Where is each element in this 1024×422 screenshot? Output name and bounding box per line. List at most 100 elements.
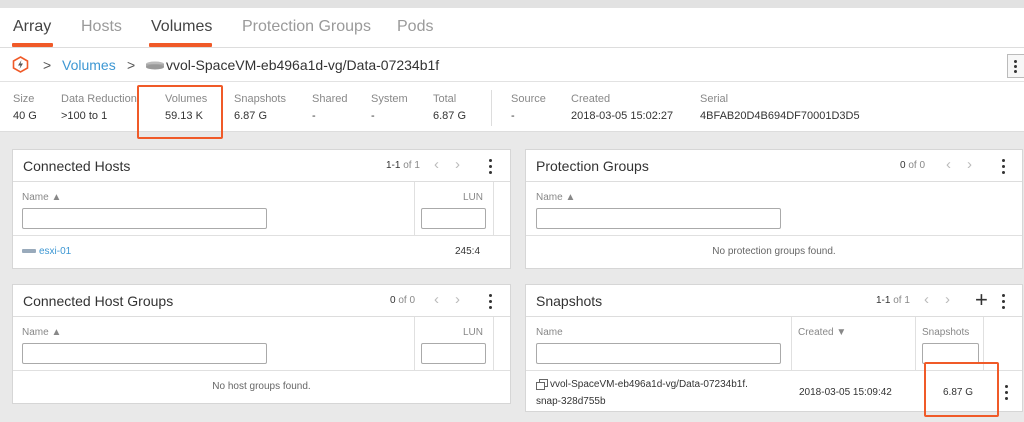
column-name-label: Name — [22, 192, 49, 203]
sort-asc-icon: ▲ — [51, 192, 62, 203]
name-filter-input[interactable] — [536, 208, 781, 229]
snapshot-row-more-icon[interactable] — [1001, 385, 1011, 403]
snapshots-filter-input[interactable] — [922, 343, 979, 364]
prev-page-icon[interactable]: ‹ — [434, 156, 439, 173]
stat-size-label: Size — [13, 93, 35, 105]
column-divider — [414, 182, 415, 236]
stat-serial-label: Serial — [700, 93, 729, 105]
tab-hosts[interactable]: Hosts — [81, 18, 122, 36]
name-filter-input[interactable] — [22, 208, 267, 229]
tab-volumes-underline — [149, 43, 212, 47]
snapshot-created-value: 2018-03-05 15:09:42 — [799, 387, 892, 398]
panel-more-icon[interactable] — [998, 294, 1008, 312]
panel-more-icon[interactable] — [485, 294, 495, 312]
next-page-icon[interactable]: › — [455, 156, 460, 173]
sort-asc-icon: ▲ — [565, 192, 576, 203]
connected-host-groups-panel: Connected Host Groups 0 of 0 ‹ › Name ▲ … — [12, 284, 511, 404]
pager: 1-1 of 1 — [876, 295, 910, 306]
pager-range: 0 — [900, 160, 906, 171]
page-more-menu[interactable] — [1007, 54, 1024, 78]
panel-title: Protection Groups — [536, 158, 649, 174]
host-icon — [22, 249, 36, 254]
panel-more-icon[interactable] — [998, 159, 1008, 177]
pager-of: of 0 — [398, 295, 416, 306]
prev-page-icon[interactable]: ‹ — [434, 291, 439, 308]
pager: 0 of 0 — [900, 160, 925, 171]
prev-page-icon[interactable]: ‹ — [946, 156, 951, 173]
name-filter-input[interactable] — [536, 343, 781, 364]
stat-total-value: 6.87 G — [433, 110, 467, 122]
tab-array[interactable]: Array — [13, 18, 51, 36]
stat-created-label: Created — [571, 93, 611, 105]
column-name-label: Name — [22, 327, 49, 338]
stat-snapshots-label: Snapshots — [234, 93, 286, 105]
snapshot-name-line1: vvol-SpaceVM-eb496a1d-vg/Data-07234b1f. — [550, 379, 748, 390]
column-name-header[interactable]: Name ▲ — [22, 192, 61, 203]
name-filter-input[interactable] — [22, 343, 267, 364]
column-divider — [493, 317, 494, 371]
breadcrumb-volumes-link[interactable]: Volumes — [62, 57, 116, 73]
add-snapshot-icon[interactable]: + — [975, 287, 988, 313]
column-name-header[interactable]: Name — [536, 327, 563, 338]
stat-size-value: 40 G — [13, 110, 37, 122]
next-page-icon[interactable]: › — [945, 291, 950, 308]
main-tabs: Array Hosts Volumes Protection Groups Po… — [0, 8, 1024, 48]
stat-source-value: - — [511, 110, 515, 122]
prev-page-icon[interactable]: ‹ — [924, 291, 929, 308]
empty-state-text: No protection groups found. — [712, 246, 836, 257]
stat-system-label: System — [371, 93, 408, 105]
tab-array-underline — [12, 43, 53, 47]
stat-total-label: Total — [433, 93, 457, 105]
stat-system-value: - — [371, 110, 375, 122]
panel-title: Connected Hosts — [23, 158, 131, 174]
tab-pods[interactable]: Pods — [397, 18, 433, 36]
stat-shared-label: Shared — [312, 93, 348, 105]
column-divider — [791, 317, 792, 371]
stats-divider — [491, 90, 492, 126]
snapshot-name-line2: snap-328d755b — [536, 396, 606, 407]
column-name-header[interactable]: Name ▲ — [536, 192, 575, 203]
connected-hosts-panel: Connected Hosts 1-1 of 1 ‹ › Name ▲ LUN … — [12, 149, 511, 269]
empty-state-text: No host groups found. — [212, 381, 311, 392]
lun-filter-input[interactable] — [421, 208, 486, 229]
stat-data-reduction-value: >100 to 1 — [61, 110, 108, 122]
snapshot-size-highlight-box — [924, 362, 999, 417]
next-page-icon[interactable]: › — [455, 291, 460, 308]
stat-shared-value: - — [312, 110, 316, 122]
array-logo-icon[interactable] — [12, 56, 29, 73]
tab-volumes[interactable]: Volumes — [151, 18, 212, 36]
pager-range: 1-1 — [386, 160, 401, 171]
column-divider — [414, 317, 415, 371]
pager-of: of 1 — [893, 295, 910, 306]
panel-title: Connected Host Groups — [23, 293, 174, 309]
column-name-label: Name — [536, 192, 563, 203]
column-lun-header[interactable]: LUN — [463, 327, 483, 338]
column-snapshots-header[interactable]: Snapshots — [922, 327, 969, 338]
breadcrumb-current-volume: vvol-SpaceVM-eb496a1d-vg/Data-07234b1f — [166, 57, 440, 73]
top-strip — [0, 0, 1024, 8]
next-page-icon[interactable]: › — [967, 156, 972, 173]
lun-filter-input[interactable] — [421, 343, 486, 364]
column-divider — [915, 317, 916, 371]
panel-more-icon[interactable] — [485, 159, 495, 177]
breadcrumb-separator: > — [127, 57, 136, 73]
pager: 0 of 0 — [390, 295, 415, 306]
stat-data-reduction-label: Data Reduction — [61, 93, 137, 105]
host-name: esxi-01 — [39, 246, 72, 257]
breadcrumb-separator: > — [43, 57, 52, 73]
pager: 1-1 of 1 — [386, 160, 420, 171]
column-name-header[interactable]: Name ▲ — [22, 327, 61, 338]
table-row-host-link[interactable]: esxi-01 — [22, 246, 71, 257]
sort-asc-icon: ▲ — [51, 327, 62, 338]
protection-groups-panel: Protection Groups 0 of 0 ‹ › Name ▲ No p… — [525, 149, 1023, 269]
tab-protection-groups[interactable]: Protection Groups — [242, 18, 371, 36]
panel-title: Snapshots — [536, 293, 603, 309]
pager-of: of 0 — [908, 160, 926, 171]
column-created-label: Created — [798, 327, 834, 338]
stat-snapshots-value: 6.87 G — [234, 110, 268, 122]
column-created-header[interactable]: Created ▼ — [798, 327, 846, 338]
pager-of: of 1 — [403, 160, 420, 171]
host-lun-value: 245:4 — [455, 246, 481, 257]
pager-range: 0 — [390, 295, 396, 306]
column-lun-header[interactable]: LUN — [463, 192, 483, 203]
